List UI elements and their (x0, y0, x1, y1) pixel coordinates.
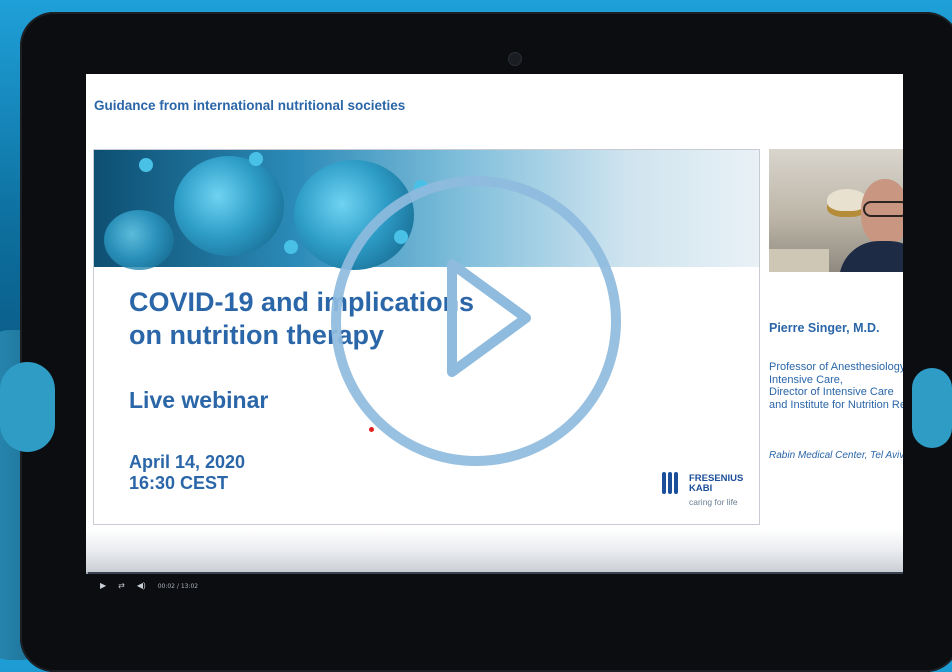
time-display: 00:02 / 13:02 (157, 582, 199, 590)
slide-time: 16:30 CEST (129, 473, 229, 493)
presenter-role: Professor of Anesthesiology and Intensiv… (769, 361, 903, 411)
slide-heading: Guidance from international nutritional … (94, 98, 406, 113)
logo-tagline: caring for life (689, 497, 738, 507)
logo-line2: KABI (689, 483, 713, 494)
player-controls: ▶ ⇄ ◀) 00:02 / 13:02 (100, 580, 198, 592)
slide-date: April 14, 2020 (129, 452, 246, 472)
slide-subtitle: Live webinar (129, 387, 269, 413)
presenter-institution: Rabin Medical Center, Tel Aviv (769, 450, 903, 461)
progress-bar[interactable] (86, 572, 903, 574)
fresenius-logo-icon (662, 472, 684, 494)
play-icon[interactable]: ▶ (100, 581, 106, 591)
logo-wordmark: FRESENIUS KABI (689, 474, 743, 494)
progress-fill (86, 572, 89, 574)
right-thumb (912, 368, 952, 448)
play-overlay-icon[interactable] (444, 258, 534, 378)
loop-icon[interactable]: ⇄ (118, 581, 125, 591)
laser-pointer-dot (369, 427, 374, 432)
presenter-webcam (769, 149, 903, 272)
left-thumb (0, 362, 55, 452)
presenter-name: Pierre Singer, M.D. (769, 321, 880, 335)
volume-icon[interactable]: ◀) (137, 581, 146, 591)
slide-footer-fade (86, 529, 903, 574)
slide-date-block: April 14, 2020 16:30 CEST (129, 452, 245, 494)
tablet-camera (508, 52, 522, 66)
